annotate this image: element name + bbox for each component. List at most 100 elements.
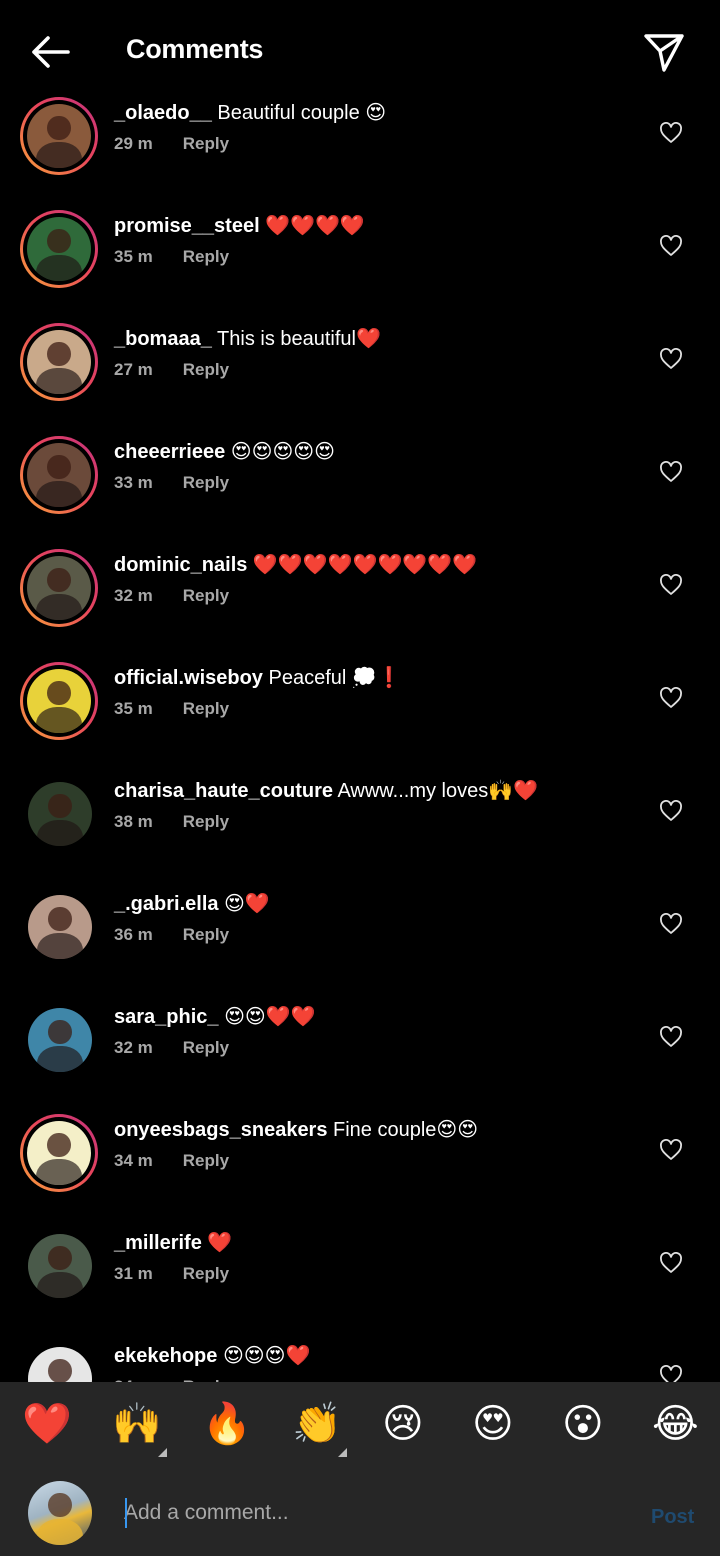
avatar-with-story-ring[interactable]	[20, 210, 98, 288]
comment-composer: Post	[0, 1470, 720, 1556]
avatar-with-story-ring[interactable]	[20, 1114, 98, 1192]
comment-row[interactable]: _olaedo__ Beautiful couple 😍 29 m Reply	[0, 92, 720, 205]
like-button[interactable]	[659, 1139, 683, 1161]
comment-row[interactable]: cheeerrieee 😍😍😍😍😍 33 m Reply	[0, 431, 720, 544]
comment-timestamp: 35 m	[114, 699, 153, 718]
comment-username[interactable]: _.gabri.ella	[114, 893, 219, 915]
comment-meta: 32 m Reply	[114, 586, 229, 606]
comment-message: 😍❤️	[218, 893, 270, 915]
heart-outline-icon	[660, 800, 682, 821]
tears-of-joy-reaction[interactable]: 😂	[652, 1400, 699, 1448]
reply-button[interactable]: Reply	[183, 699, 229, 718]
heart-outline-icon	[660, 1365, 682, 1382]
back-button[interactable]	[28, 32, 72, 72]
like-button[interactable]	[659, 461, 683, 483]
comment-username[interactable]: official.wiseboy	[114, 667, 263, 689]
reply-button[interactable]: Reply	[183, 925, 229, 944]
like-button[interactable]	[659, 800, 683, 822]
reply-button[interactable]: Reply	[183, 473, 229, 492]
comment-username[interactable]: cheeerrieee	[114, 441, 225, 463]
comment-row[interactable]: onyeesbags_sneakers Fine couple😍😍 34 m Rep…	[0, 1109, 720, 1222]
comment-input[interactable]	[124, 1495, 624, 1531]
comment-row[interactable]: charisa_haute_couture Awww...my loves🙌❤️…	[0, 770, 720, 883]
comment-row[interactable]: ekekehope 😍😍😍❤️34 mReply	[0, 1335, 720, 1382]
like-button[interactable]	[659, 687, 683, 709]
comment-username[interactable]: dominic_nails	[114, 554, 247, 576]
comment-timestamp: 29 m	[114, 134, 153, 153]
comment-text: _.gabri.ella 😍❤️	[114, 892, 270, 916]
arrow-left-icon	[32, 36, 70, 68]
comment-row[interactable]: _bomaaa_ This is beautiful❤️ 27 m Reply	[0, 318, 720, 431]
heart-outline-icon	[660, 1139, 682, 1160]
heart-outline-icon	[660, 913, 682, 934]
red-heart-reaction[interactable]: ❤️	[22, 1400, 72, 1448]
reply-button[interactable]: Reply	[183, 134, 229, 153]
avatar[interactable]	[28, 782, 92, 846]
reply-button[interactable]: Reply	[183, 812, 229, 831]
share-button[interactable]	[642, 30, 686, 74]
comment-meta: 35 m Reply	[114, 699, 229, 719]
comment-timestamp: 38 m	[114, 812, 153, 831]
like-button[interactable]	[659, 913, 683, 935]
comment-username[interactable]: _millerife	[114, 1232, 202, 1254]
surprised-face-reaction[interactable]: 😮	[562, 1400, 604, 1448]
comment-message: Fine couple😍😍	[327, 1119, 479, 1141]
avatar	[27, 443, 91, 507]
avatar[interactable]	[28, 1347, 92, 1382]
avatar-with-story-ring[interactable]	[20, 97, 98, 175]
like-button[interactable]	[659, 348, 683, 370]
comment-row[interactable]: sara_phic_ 😍😍❤️❤️ 32 m Reply	[0, 996, 720, 1109]
like-button[interactable]	[659, 1252, 683, 1274]
crying-face-reaction[interactable]: 😢	[382, 1400, 424, 1448]
comment-username[interactable]: _bomaaa_	[114, 328, 212, 350]
heart-outline-icon	[660, 122, 682, 143]
comment-message: Awww...my loves🙌❤️	[332, 780, 539, 802]
page-title: Comments	[126, 34, 264, 64]
comment-username[interactable]: promise__steel	[114, 215, 260, 237]
comment-row[interactable]: _.gabri.ella 😍❤️ 36 m Reply	[0, 883, 720, 996]
reply-button[interactable]: Reply	[183, 1038, 229, 1057]
comment-text: _millerife ❤️	[114, 1231, 232, 1255]
like-button[interactable]	[659, 1365, 683, 1382]
comment-meta: 27 m Reply	[114, 360, 229, 380]
reply-button[interactable]: Reply	[183, 247, 229, 266]
comment-text: _bomaaa_ This is beautiful❤️	[114, 327, 381, 351]
avatar-with-story-ring[interactable]	[20, 662, 98, 740]
like-button[interactable]	[659, 122, 683, 144]
reply-button[interactable]: Reply	[183, 1151, 229, 1170]
comment-text: promise__steel ❤️❤️❤️❤️	[114, 214, 365, 238]
avatar-with-story-ring[interactable]	[20, 436, 98, 514]
comment-text: ekekehope 😍😍😍❤️	[114, 1344, 310, 1368]
comment-username[interactable]: sara_phic_	[114, 1006, 219, 1028]
comment-username[interactable]: ekekehope	[114, 1345, 217, 1367]
reply-button[interactable]: Reply	[183, 360, 229, 379]
reply-button[interactable]: Reply	[183, 586, 229, 605]
avatar[interactable]	[28, 1008, 92, 1072]
comment-username[interactable]: onyeesbags_sneakers	[114, 1119, 327, 1141]
comment-message: 😍😍😍❤️	[217, 1345, 311, 1367]
avatar[interactable]	[28, 1234, 92, 1298]
like-button[interactable]	[659, 574, 683, 596]
comment-list[interactable]: _olaedo__ Beautiful couple 😍 29 m Reply pro…	[0, 92, 720, 1382]
avatar[interactable]	[28, 895, 92, 959]
fire-reaction[interactable]: 🔥	[202, 1400, 252, 1448]
post-button[interactable]: Post	[651, 1506, 694, 1529]
clapping-hands-reaction[interactable]: 👏	[292, 1400, 342, 1448]
comment-row[interactable]: _millerife ❤️ 31 m Reply	[0, 1222, 720, 1335]
avatar-with-story-ring[interactable]	[20, 323, 98, 401]
comment-message: 😍😍❤️❤️	[218, 1006, 316, 1028]
like-button[interactable]	[659, 1026, 683, 1048]
like-button[interactable]	[659, 235, 683, 257]
comment-row[interactable]: official.wiseboy Peaceful 💭❗ 35 m Reply	[0, 657, 720, 770]
comment-row[interactable]: dominic_nails ❤️❤️❤️❤️❤️❤️❤️❤️❤️ 32 m Repl…	[0, 544, 720, 657]
comment-username[interactable]: charisa_haute_couture	[114, 780, 333, 802]
raising-hands-reaction[interactable]: 🙌	[112, 1400, 162, 1448]
reply-button[interactable]: Reply	[183, 1264, 229, 1283]
paper-plane-icon	[644, 34, 684, 72]
comment-username[interactable]: _olaedo__	[114, 102, 212, 124]
comment-message: Peaceful 💭❗	[262, 667, 402, 689]
comment-text: official.wiseboy Peaceful 💭❗	[114, 666, 402, 690]
avatar-with-story-ring[interactable]	[20, 549, 98, 627]
comment-row[interactable]: promise__steel ❤️❤️❤️❤️ 35 m Reply	[0, 205, 720, 318]
heart-eyes-reaction[interactable]: 😍	[472, 1400, 514, 1448]
